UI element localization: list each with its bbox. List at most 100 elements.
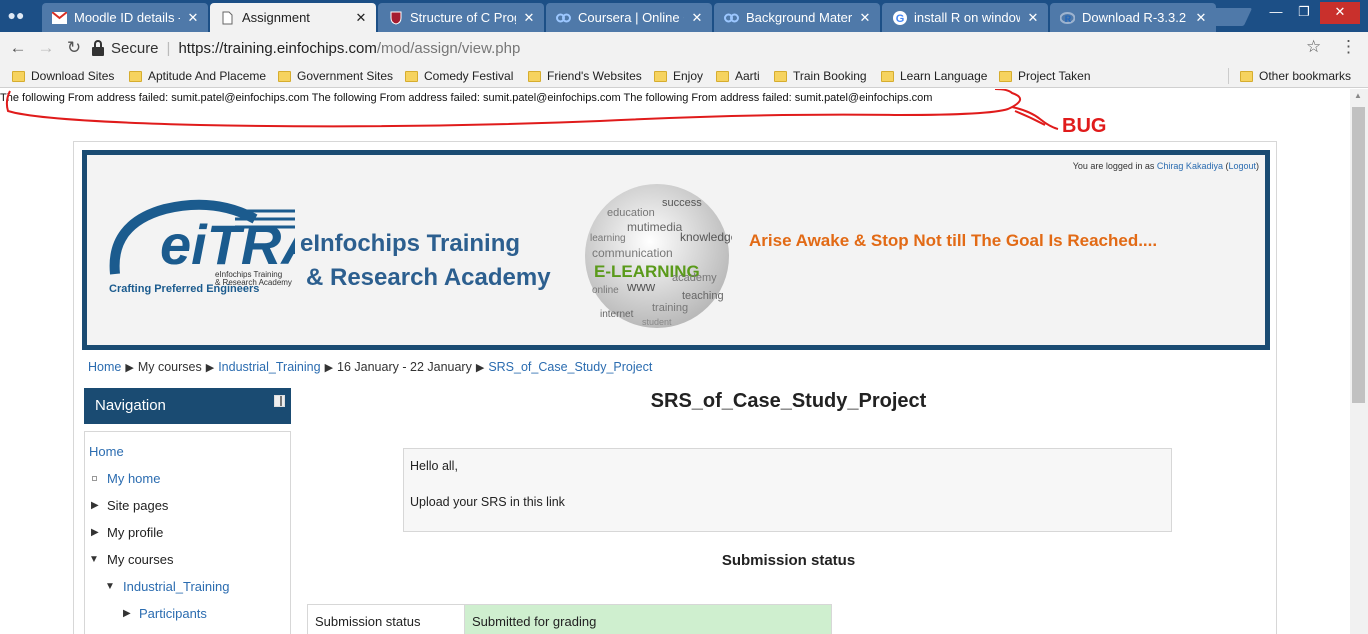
menu-icon[interactable]: ⋮ bbox=[1340, 37, 1357, 57]
nav-item-site-pages[interactable]: ▶ Site pages bbox=[85, 492, 290, 519]
navigation-block: Navigation Home My home ▶ Site pages ▶ My … bbox=[84, 388, 291, 634]
url-host: https://training.einfochips.com bbox=[178, 39, 377, 57]
scroll-up-arrow-icon[interactable]: ▲ bbox=[1354, 91, 1362, 100]
folder-icon bbox=[999, 70, 1012, 82]
svg-text:mutimedia: mutimedia bbox=[627, 220, 683, 234]
assignment-intro: Hello all, Upload your SRS in this link bbox=[403, 448, 1172, 532]
svg-text:learning: learning bbox=[590, 233, 626, 244]
folder-icon bbox=[278, 70, 291, 82]
logo-tagline: Crafting Preferred Engineers bbox=[109, 283, 260, 295]
back-arrow-icon[interactable]: ← bbox=[7, 37, 29, 59]
tab-title: Coursera | Online Co bbox=[578, 10, 684, 25]
nav-item-industrial-training[interactable]: ▼ Industrial_Training bbox=[85, 573, 290, 600]
tab-close-icon[interactable]: ✕ bbox=[858, 10, 872, 26]
tab-close-icon[interactable]: ✕ bbox=[522, 10, 536, 26]
expanded-arrow-icon: ▼ bbox=[89, 554, 99, 565]
bookmark-government-sites[interactable]: Government Sites bbox=[278, 67, 398, 85]
folder-icon bbox=[881, 70, 894, 82]
tab-strip: ●● Moodle ID details - ✕ Assignment ✕ St… bbox=[0, 0, 1368, 32]
collapsed-arrow-icon: ▶ bbox=[91, 527, 99, 538]
bookmark-star-icon[interactable]: ☆ bbox=[1306, 37, 1321, 57]
page-scrollbar[interactable]: ▲ bbox=[1350, 89, 1368, 634]
svg-text:internet: internet bbox=[600, 309, 634, 320]
bug-annotation-scribble bbox=[5, 89, 1059, 130]
coursera-icon bbox=[556, 10, 571, 25]
breadcrumb-arrow-icon: ▶ bbox=[475, 362, 485, 374]
bookmark-aptitude[interactable]: Aptitude And Placeme bbox=[129, 67, 266, 85]
profile-icon[interactable]: ●● bbox=[4, 5, 28, 25]
breadcrumb-course[interactable]: Industrial_Training bbox=[218, 360, 320, 374]
tab-close-icon[interactable]: ✕ bbox=[1026, 10, 1040, 26]
address-bar[interactable]: Secure | https://training.einfochips.com… bbox=[91, 36, 1331, 60]
google-icon: G bbox=[892, 10, 907, 25]
tab-structure-of-c[interactable]: Structure of C Progr ✕ bbox=[378, 3, 544, 32]
svg-text:online: online bbox=[592, 285, 619, 296]
tab-coursera[interactable]: Coursera | Online Co ✕ bbox=[546, 3, 712, 32]
tab-install-r[interactable]: G install R on window ✕ bbox=[882, 3, 1048, 32]
tab-assignment[interactable]: Assignment ✕ bbox=[210, 3, 376, 32]
tab-close-icon[interactable]: ✕ bbox=[186, 10, 200, 26]
breadcrumb-arrow-icon: ▶ bbox=[205, 362, 215, 374]
tab-close-icon[interactable]: ✕ bbox=[354, 10, 368, 26]
bookmark-project-taken[interactable]: Project Taken bbox=[999, 67, 1099, 85]
page-viewport: The following From address failed: sumit… bbox=[0, 89, 1350, 634]
nav-item-my-profile[interactable]: ▶ My profile bbox=[85, 519, 290, 546]
bookmark-enjoy[interactable]: Enjoy bbox=[654, 67, 714, 85]
collapsed-arrow-icon: ▶ bbox=[123, 608, 131, 619]
breadcrumb-arrow-icon: ▶ bbox=[125, 362, 134, 374]
browser-toolbar: ← → ↻ Secure | https://training.einfochi… bbox=[0, 32, 1368, 64]
svg-text:student: student bbox=[642, 317, 672, 327]
tab-background-material[interactable]: Background Materia ✕ bbox=[714, 3, 880, 32]
folder-icon bbox=[405, 70, 418, 82]
folder-icon bbox=[12, 70, 25, 82]
table-row: Submission status Submitted for grading bbox=[307, 604, 832, 634]
minimize-icon[interactable]: — bbox=[1262, 2, 1290, 24]
page-title: SRS_of_Case_Study_Project bbox=[650, 390, 927, 412]
r-icon: R bbox=[1060, 10, 1075, 25]
svg-text:academy: academy bbox=[672, 272, 717, 284]
status-label-cell: Submission status bbox=[307, 604, 465, 634]
academy-name: eInfochips Training & Research Academy bbox=[300, 230, 551, 291]
breadcrumb-my-courses: My courses bbox=[137, 360, 202, 374]
bookmark-learn-language[interactable]: Learn Language bbox=[881, 67, 993, 85]
tab-title: Moodle ID details - bbox=[74, 10, 180, 25]
reload-icon[interactable]: ↻ bbox=[63, 37, 85, 59]
tab-moodle-id-details[interactable]: Moodle ID details - ✕ bbox=[42, 3, 208, 32]
nav-item-my-home[interactable]: My home bbox=[85, 465, 290, 492]
bookmark-train-booking[interactable]: Train Booking bbox=[774, 67, 874, 85]
bookmark-friends-websites[interactable]: Friend's Websites bbox=[528, 67, 646, 85]
submission-status-heading: Submission status bbox=[721, 552, 856, 569]
bookmark-comedy-festival[interactable]: Comedy Festival bbox=[405, 67, 523, 85]
maximize-icon[interactable]: ❐ bbox=[1290, 2, 1318, 24]
logout-link[interactable]: Logout bbox=[1228, 161, 1256, 171]
coursera-icon bbox=[724, 10, 739, 25]
window-close-icon[interactable]: ✕ bbox=[1320, 2, 1360, 24]
collapsed-arrow-icon: ▶ bbox=[91, 500, 99, 511]
intro-instruction: Upload your SRS in this link bbox=[410, 495, 565, 509]
nav-item-my-courses[interactable]: ▼ My courses bbox=[85, 546, 290, 573]
bookmark-download-sites[interactable]: Download Sites bbox=[12, 67, 138, 85]
breadcrumb-home[interactable]: Home bbox=[88, 360, 121, 374]
svg-text:communication: communication bbox=[592, 246, 673, 260]
breadcrumb-assignment[interactable]: SRS_of_Case_Study_Project bbox=[488, 360, 652, 374]
dock-block-icon[interactable] bbox=[274, 395, 285, 407]
nav-item-participants[interactable]: ▶ Participants bbox=[85, 600, 290, 627]
svg-text:success: success bbox=[662, 197, 702, 209]
scroll-thumb[interactable] bbox=[1352, 107, 1365, 403]
expanded-arrow-icon: ▼ bbox=[105, 581, 115, 592]
forward-arrow-icon[interactable]: → bbox=[35, 37, 57, 59]
svg-text:teaching: teaching bbox=[682, 290, 724, 302]
svg-text:G: G bbox=[895, 13, 904, 25]
tab-close-icon[interactable]: ✕ bbox=[690, 10, 704, 26]
new-tab-button[interactable] bbox=[1203, 8, 1253, 26]
folder-icon bbox=[716, 70, 729, 82]
user-link[interactable]: Chirag Kakadiya bbox=[1157, 161, 1223, 171]
tab-download-r[interactable]: R Download R-3.3.2 fo ✕ bbox=[1050, 3, 1216, 32]
bookmark-aarti[interactable]: Aarti bbox=[716, 67, 776, 85]
bookmark-other-bookmarks[interactable]: Other bookmarks bbox=[1240, 67, 1355, 85]
nav-item-home[interactable]: Home bbox=[85, 438, 290, 465]
nav-item-more[interactable]: ▶ bbox=[85, 627, 290, 634]
collapsed-arrow-icon: ▶ bbox=[123, 627, 131, 634]
bookmarks-bar: Download Sites Aptitude And Placeme Gove… bbox=[0, 64, 1368, 88]
navigation-tree: Home My home ▶ Site pages ▶ My profile ▼ My… bbox=[84, 431, 291, 634]
